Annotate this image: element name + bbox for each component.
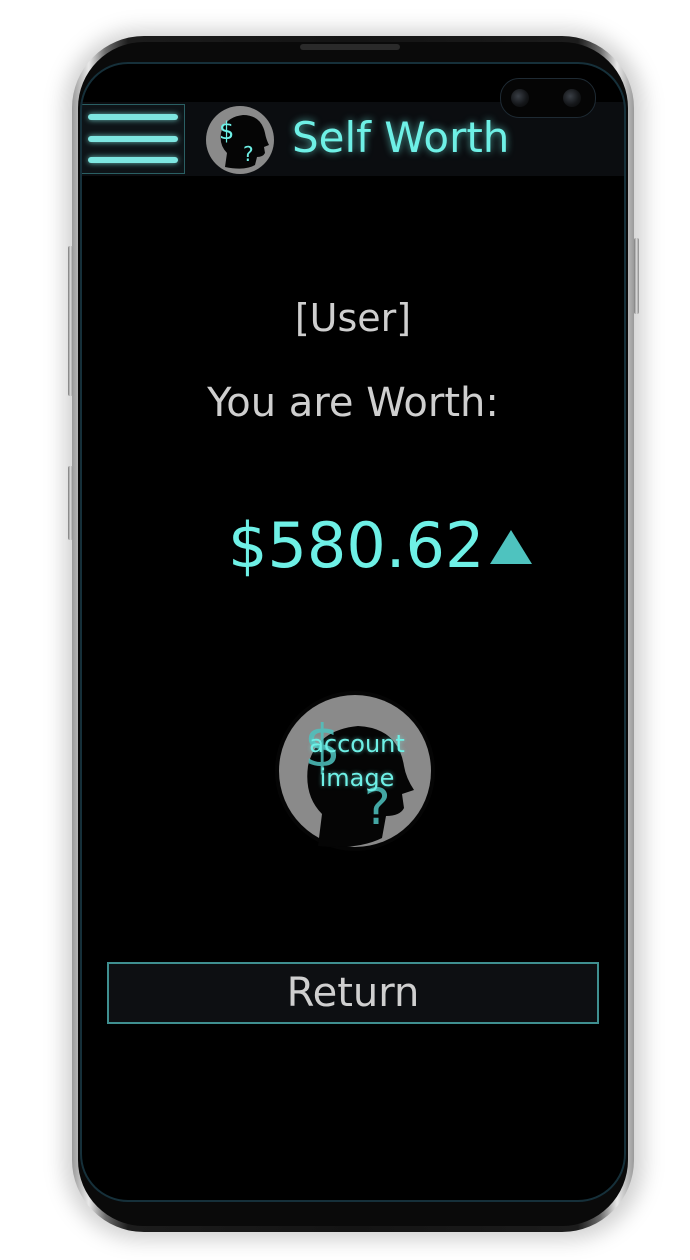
svg-text:?: ? <box>243 142 254 166</box>
volume-button <box>68 246 73 396</box>
earpiece-speaker <box>300 44 400 50</box>
front-camera-icon <box>511 89 529 107</box>
app-screen <box>80 62 626 1202</box>
power-button <box>634 238 639 314</box>
return-button[interactable]: Return <box>107 962 599 1024</box>
triangle-up-icon <box>490 530 532 564</box>
front-camera-icon <box>563 89 581 107</box>
head-dollar-question-icon: $ ? <box>205 105 275 175</box>
svg-text:$: $ <box>219 117 234 145</box>
front-camera-cutout <box>500 78 596 118</box>
worth-value: $580.62 <box>228 509 485 582</box>
stage: $ ? Self Worth [User] You are Worth: $58… <box>0 0 690 1260</box>
user-name-label: [User] <box>294 296 412 340</box>
hamburger-menu-icon[interactable] <box>81 104 185 174</box>
app-title: Self Worth <box>292 113 510 162</box>
account-image-label: account image <box>309 730 405 792</box>
worth-heading: You are Worth: <box>207 380 499 426</box>
bixby-button <box>68 466 73 540</box>
